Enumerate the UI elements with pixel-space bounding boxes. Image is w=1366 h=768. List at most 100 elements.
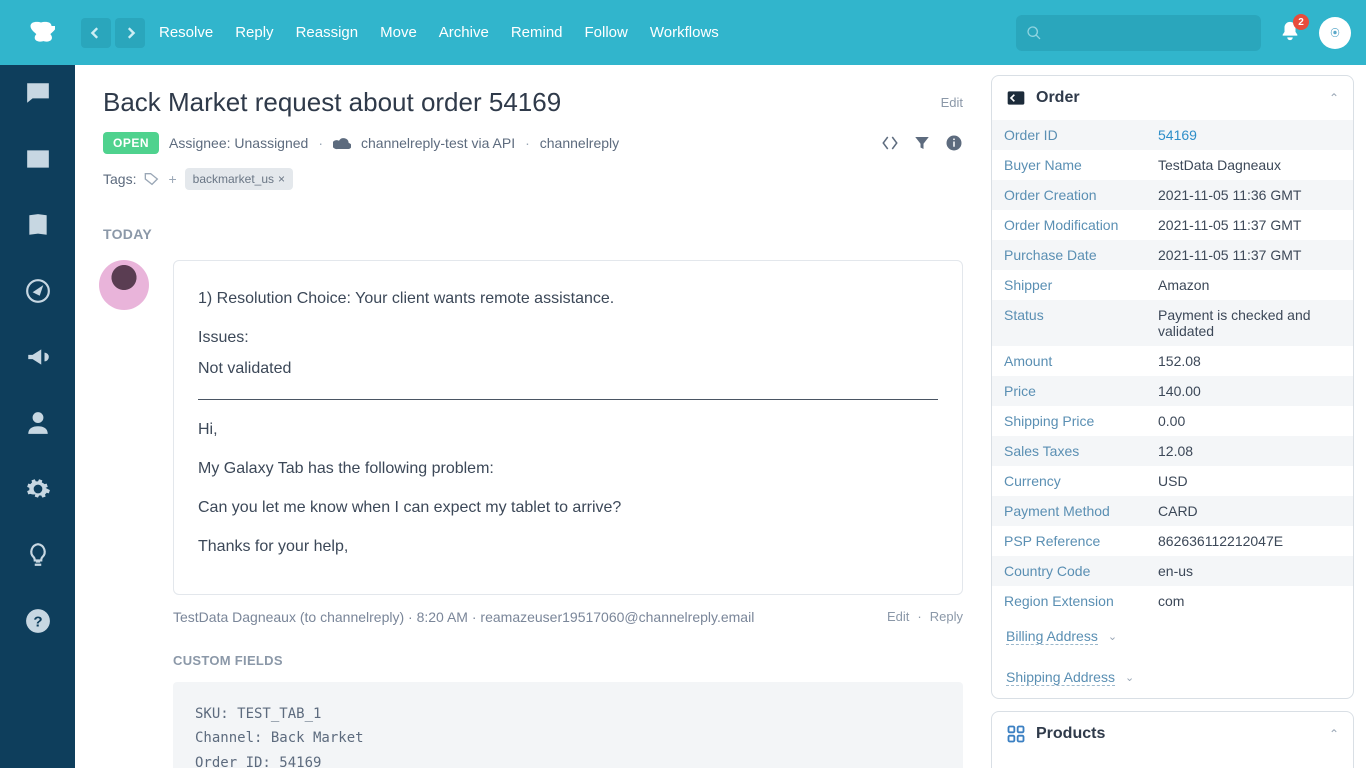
menu-workflows[interactable]: Workflows	[650, 24, 719, 41]
brand-text[interactable]: channelreply	[540, 135, 619, 151]
nav-prev-button[interactable]	[81, 18, 111, 48]
order-detail-row: Price140.00	[992, 376, 1353, 406]
title-edit-button[interactable]: Edit	[941, 95, 963, 110]
order-detail-value: 152.08	[1152, 346, 1353, 376]
order-detail-value: 12.08	[1152, 436, 1353, 466]
order-detail-row: ShipperAmazon	[992, 270, 1353, 300]
search-input[interactable]	[1016, 15, 1261, 51]
order-detail-value: 2021-11-05 11:37 GMT	[1152, 210, 1353, 240]
search-icon	[1026, 25, 1042, 41]
sidebar-explore[interactable]	[25, 278, 51, 304]
nav-arrows	[81, 18, 145, 48]
order-icon	[1006, 88, 1026, 108]
order-detail-label: Sales Taxes	[992, 436, 1152, 466]
order-detail-row: Country Codeen-us	[992, 556, 1353, 586]
chevron-down-icon: ⌄	[1108, 630, 1117, 643]
custom-fields-block: SKU: TEST_TAB_1 Channel: Back Market Ord…	[173, 682, 963, 768]
order-detail-row: CurrencyUSD	[992, 466, 1353, 496]
order-detail-row: Buyer NameTestData Dagneaux	[992, 150, 1353, 180]
products-card-header[interactable]: Products ⌃	[992, 712, 1353, 756]
topbar: Resolve Reply Reassign Move Archive Remi…	[0, 0, 1366, 65]
products-card-title: Products	[1036, 725, 1105, 743]
menubar: Resolve Reply Reassign Move Archive Remi…	[159, 24, 719, 41]
msg-line: Issues:	[198, 326, 938, 351]
menu-remind[interactable]: Remind	[511, 24, 563, 41]
assignee-text[interactable]: Assignee: Unassigned	[169, 135, 308, 151]
sidebar-help[interactable]: ?	[25, 608, 51, 634]
order-detail-row: Shipping Price0.00	[992, 406, 1353, 436]
chevron-up-icon: ⌃	[1329, 727, 1339, 741]
sidebar-reports[interactable]	[25, 146, 51, 172]
order-detail-value: en-us	[1152, 556, 1353, 586]
custom-fields-label: CUSTOM FIELDS	[173, 653, 963, 668]
menu-follow[interactable]: Follow	[585, 24, 628, 41]
sidebar-conversations[interactable]	[25, 80, 51, 106]
message-bubble: 1) Resolution Choice: Your client wants …	[173, 260, 963, 595]
order-detail-row: PSP Reference862636112212047E	[992, 526, 1353, 556]
tag-chip[interactable]: backmarket_us×	[185, 168, 293, 190]
msg-edit-button[interactable]: Edit	[887, 609, 909, 624]
billing-address-toggle[interactable]: Billing Address ⌄	[992, 616, 1353, 657]
menu-archive[interactable]: Archive	[439, 24, 489, 41]
order-detail-row: Order ID54169	[992, 120, 1353, 150]
menu-reply[interactable]: Reply	[235, 24, 273, 41]
menu-resolve[interactable]: Resolve	[159, 24, 213, 41]
order-detail-value: 140.00	[1152, 376, 1353, 406]
order-card-title: Order	[1036, 89, 1080, 107]
order-detail-value: 862636112212047E	[1152, 526, 1353, 556]
tags-label: Tags:	[103, 171, 136, 187]
right-panel: Order ⌃ Order ID54169Buyer NameTestData …	[991, 65, 1366, 768]
products-icon	[1006, 724, 1026, 744]
tag-icon	[144, 172, 160, 186]
info-icon[interactable]	[945, 134, 963, 152]
nav-next-button[interactable]	[115, 18, 145, 48]
sidebar-announce[interactable]	[25, 344, 51, 370]
sidebar-settings[interactable]	[25, 476, 51, 502]
status-badge: OPEN	[103, 132, 159, 154]
order-detail-row: Order Creation2021-11-05 11:36 GMT	[992, 180, 1353, 210]
msg-email[interactable]: reamazeuser19517060@channelreply.email	[480, 609, 754, 625]
msg-from[interactable]: TestData Dagneaux (to channelreply)	[173, 609, 404, 625]
msg-reply-button[interactable]: Reply	[930, 609, 963, 624]
order-detail-row: Payment MethodCARD	[992, 496, 1353, 526]
order-detail-value: CARD	[1152, 496, 1353, 526]
menu-move[interactable]: Move	[380, 24, 417, 41]
order-detail-label: Order ID	[992, 120, 1152, 150]
order-detail-value[interactable]: 54169	[1152, 120, 1353, 150]
sidebar-knowledge[interactable]	[25, 212, 51, 238]
shipping-address-toggle[interactable]: Shipping Address ⌄	[992, 657, 1353, 698]
add-tag-button[interactable]: +	[168, 171, 176, 187]
product-item[interactable]: Galaxy Tab 16GB - Black - Wifi	[992, 756, 1353, 768]
sidebar-contacts[interactable]	[25, 410, 51, 436]
order-detail-value: 0.00	[1152, 406, 1353, 436]
order-detail-label: Purchase Date	[992, 240, 1152, 270]
message-footer: TestData Dagneaux (to channelreply) · 8:…	[173, 609, 963, 625]
order-detail-label: Buyer Name	[992, 150, 1152, 180]
sender-avatar[interactable]	[99, 260, 149, 310]
day-separator: TODAY	[103, 226, 963, 242]
order-detail-value: 2021-11-05 11:36 GMT	[1152, 180, 1353, 210]
chevron-up-icon: ⌃	[1329, 91, 1339, 105]
tag-remove-icon[interactable]: ×	[278, 172, 285, 186]
msg-line: My Galaxy Tab has the following problem:	[198, 457, 938, 482]
order-detail-value: Payment is checked and validated	[1152, 300, 1353, 346]
order-detail-label: Amount	[992, 346, 1152, 376]
order-detail-row: Purchase Date2021-11-05 11:37 GMT	[992, 240, 1353, 270]
code-icon[interactable]	[881, 134, 899, 152]
conversation-pane: Back Market request about order 54169 Ed…	[75, 65, 991, 768]
user-avatar[interactable]: ⦿	[1319, 17, 1351, 49]
filter-icon[interactable]	[913, 134, 931, 152]
order-card-header[interactable]: Order ⌃	[992, 76, 1353, 120]
channel-text[interactable]: channelreply-test via API	[361, 135, 515, 151]
app-logo[interactable]	[23, 15, 59, 51]
msg-time: 8:20 AM	[417, 609, 468, 625]
order-detail-value: 2021-11-05 11:37 GMT	[1152, 240, 1353, 270]
menu-reassign[interactable]: Reassign	[296, 24, 359, 41]
order-detail-row: Order Modification2021-11-05 11:37 GMT	[992, 210, 1353, 240]
msg-line: Not validated	[198, 357, 938, 382]
sidebar-ideas[interactable]	[25, 542, 51, 568]
notifications-button[interactable]: 2	[1279, 20, 1301, 45]
order-detail-label: Shipper	[992, 270, 1152, 300]
order-detail-value: Amazon	[1152, 270, 1353, 300]
order-details-table: Order ID54169Buyer NameTestData Dagneaux…	[992, 120, 1353, 616]
